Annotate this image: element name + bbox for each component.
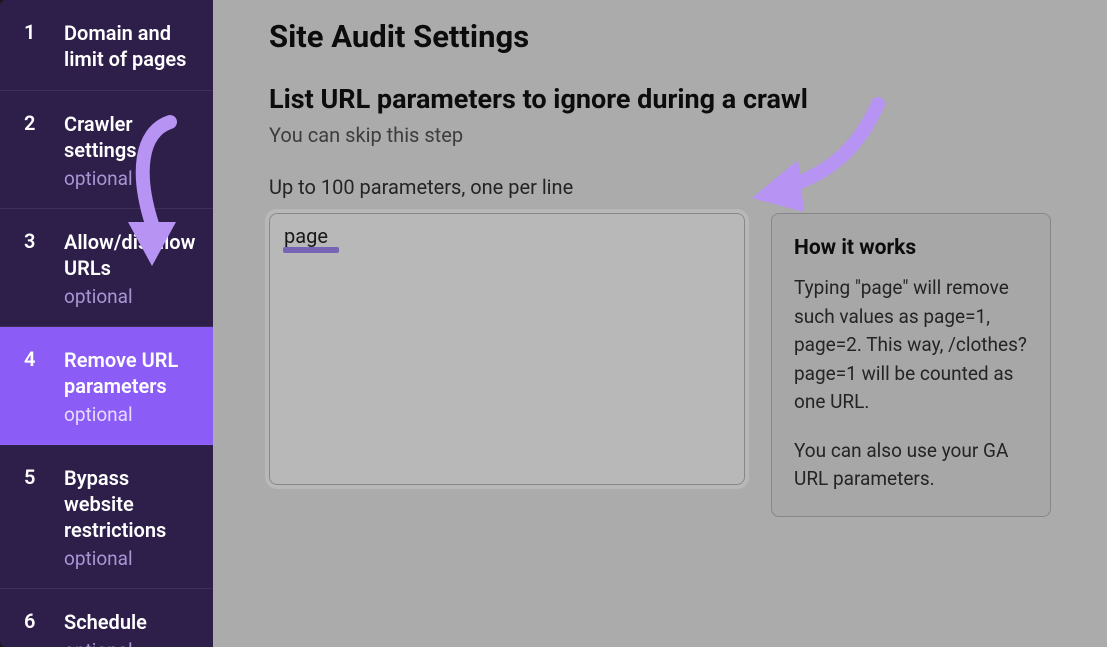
wizard-sidebar: 1 Domain and limit of pages 2 Crawler se… — [0, 0, 213, 647]
step-title: Allow/disallow URLs — [64, 229, 195, 281]
info-body: Typing "page" will remove such values as… — [794, 274, 1028, 494]
step-title: Crawler settings — [64, 111, 195, 163]
sidebar-item-domain-limit[interactable]: 1 Domain and limit of pages — [0, 0, 213, 91]
how-it-works-panel: How it works Typing "page" will remove s… — [771, 213, 1051, 517]
info-title: How it works — [794, 236, 1028, 260]
step-title: Bypass website restrictions — [64, 465, 195, 543]
step-number: 5 — [24, 465, 64, 489]
page-title: Site Audit Settings — [269, 18, 1051, 55]
step-number: 3 — [24, 229, 64, 253]
section-heading: List URL parameters to ignore during a c… — [269, 83, 1051, 115]
step-title: Remove URL parameters — [64, 347, 195, 399]
parameters-textarea[interactable] — [269, 213, 745, 485]
main-panel: Site Audit Settings List URL parameters … — [213, 0, 1107, 647]
step-subtitle: optional — [64, 167, 195, 190]
step-number: 2 — [24, 111, 64, 135]
sidebar-item-remove-url-params[interactable]: 4 Remove URL parameters optional — [0, 327, 213, 445]
step-number: 1 — [24, 20, 64, 44]
step-number: 4 — [24, 347, 64, 371]
sidebar-item-schedule[interactable]: 6 Schedule optional — [0, 589, 213, 647]
info-paragraph: You can also use your GA URL parameters. — [794, 437, 1028, 494]
step-number: 6 — [24, 609, 64, 633]
step-subtitle: optional — [64, 403, 195, 426]
sidebar-item-crawler-settings[interactable]: 2 Crawler settings optional — [0, 91, 213, 209]
step-subtitle: optional — [64, 285, 195, 308]
highlight-underline — [283, 247, 339, 253]
step-title: Schedule — [64, 609, 147, 635]
sidebar-item-bypass-restrictions[interactable]: 5 Bypass website restrictions optional — [0, 445, 213, 589]
info-paragraph: Typing "page" will remove such values as… — [794, 274, 1028, 417]
step-subtitle: optional — [64, 547, 195, 570]
skip-step-text: You can skip this step — [269, 123, 1051, 147]
helper-text: Up to 100 parameters, one per line — [269, 175, 1051, 199]
parameters-textarea-wrap — [269, 213, 745, 489]
step-subtitle: optional — [64, 639, 147, 647]
sidebar-item-allow-disallow[interactable]: 3 Allow/disallow URLs optional — [0, 209, 213, 327]
step-title: Domain and limit of pages — [64, 20, 195, 72]
